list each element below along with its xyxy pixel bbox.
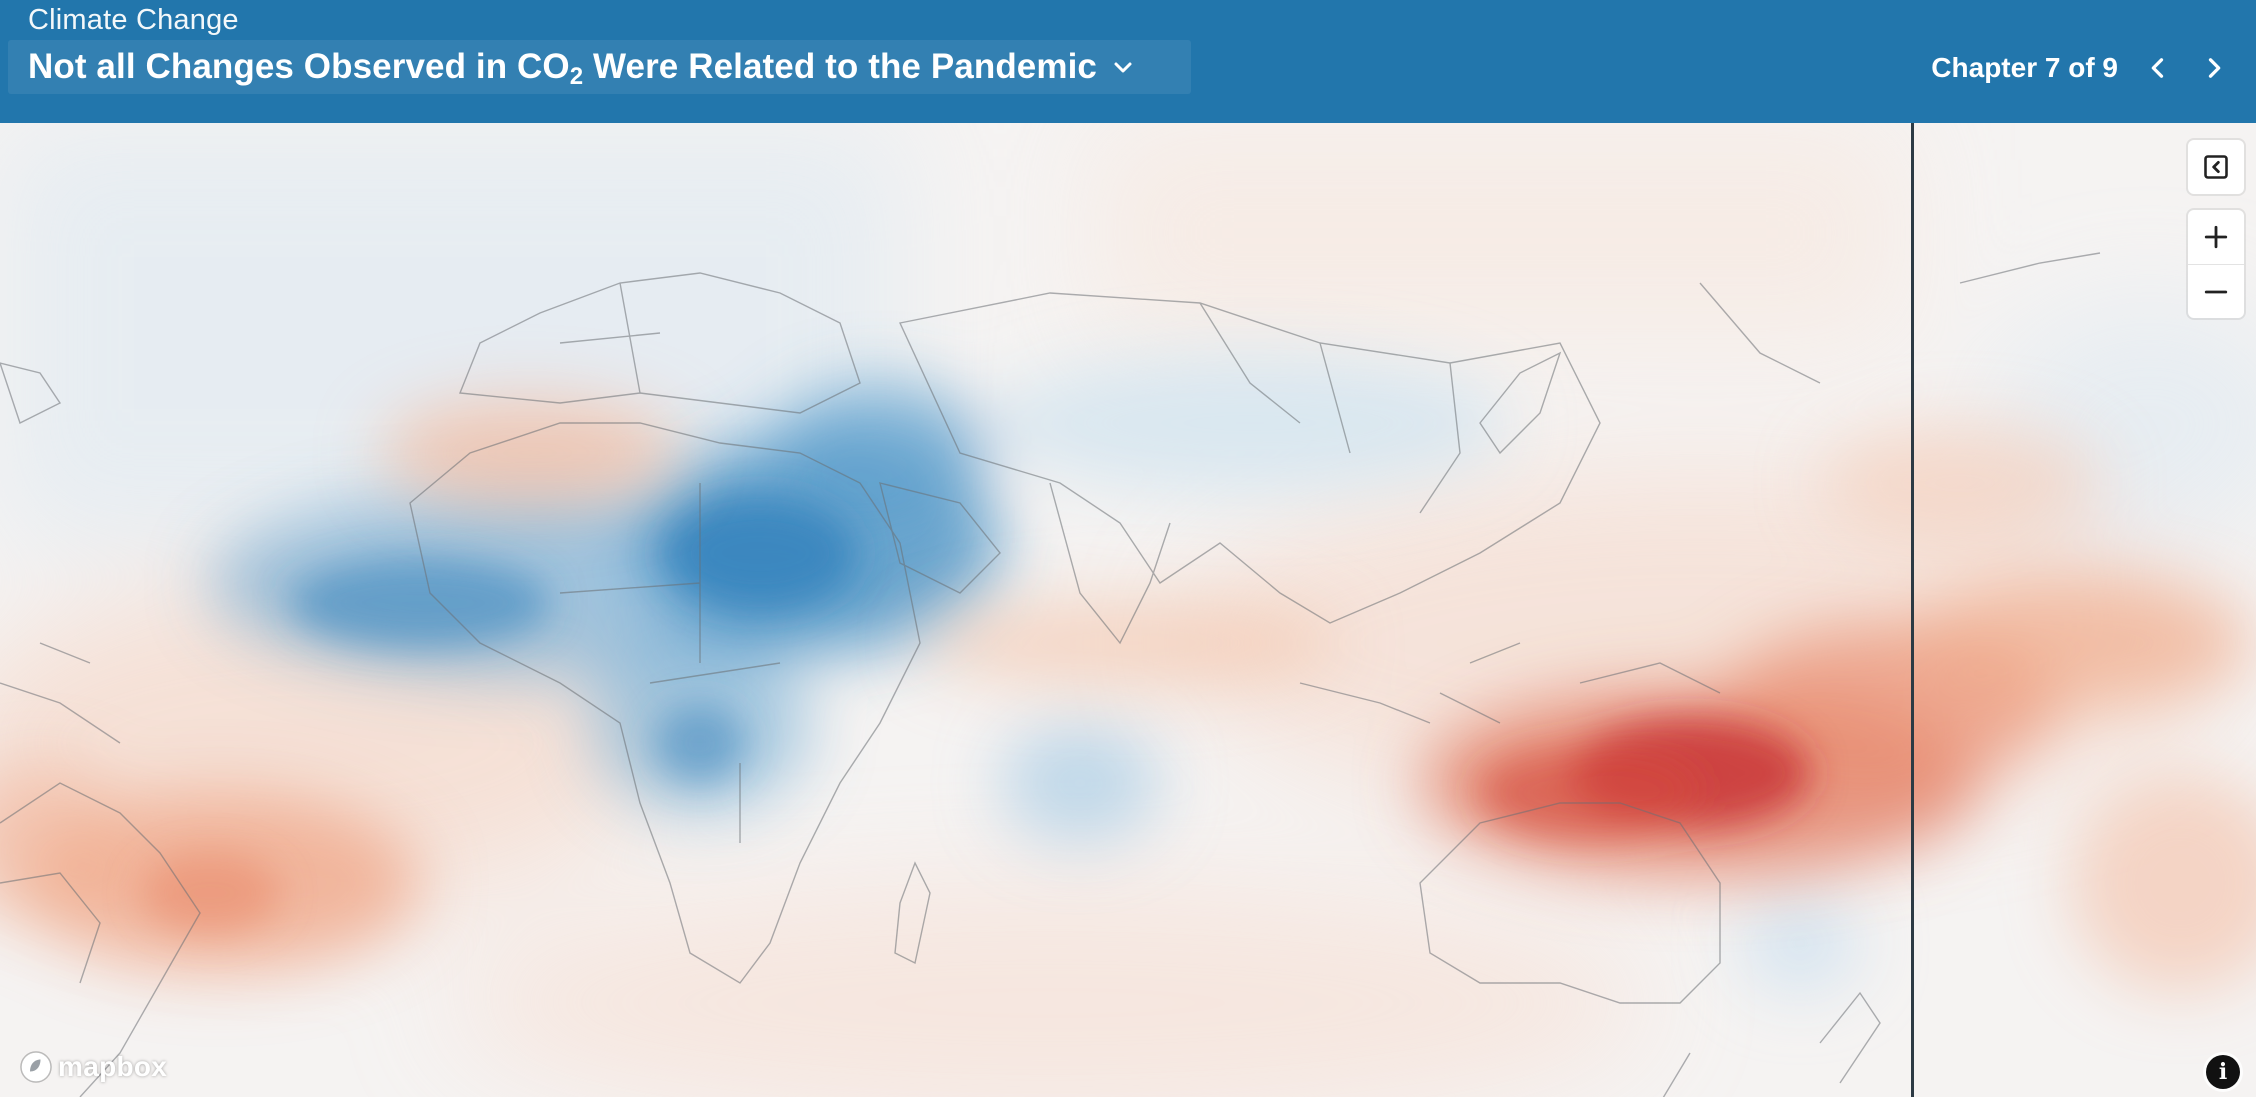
chapter-counter: Chapter 7 of 9 <box>1931 52 2118 83</box>
chapter-title: Not all Changes Observed in CO2 Were Rel… <box>28 47 1097 90</box>
panel-toggle-button[interactable] <box>2188 140 2244 194</box>
minus-icon <box>2204 290 2228 294</box>
collapse-panel-icon <box>2204 155 2228 179</box>
zoom-in-button[interactable] <box>2188 210 2244 264</box>
chapter-title-suffix: Were Related to the Pandemic <box>583 47 1097 86</box>
chapter-title-subscript: 2 <box>569 63 584 90</box>
zoom-out-button[interactable] <box>2188 264 2244 319</box>
story-title: Climate Change <box>28 4 239 36</box>
chevron-left-icon <box>2151 58 2164 78</box>
zoom-control <box>2188 210 2244 318</box>
chevron-down-icon <box>1111 55 1135 79</box>
attribution-info-button[interactable]: i <box>2206 1055 2240 1089</box>
co2-anomaly-layer <box>0 123 2256 1097</box>
chevron-right-icon <box>2208 58 2221 78</box>
app-root: Climate Change Not all Changes Observed … <box>0 0 2256 1097</box>
info-icon: i <box>2218 1059 2228 1085</box>
compare-slider-divider[interactable] <box>1911 123 1914 1097</box>
mapbox-logo-icon <box>20 1051 52 1083</box>
previous-chapter-button[interactable] <box>2138 48 2178 88</box>
plus-icon <box>2204 225 2228 249</box>
next-chapter-button[interactable] <box>2194 48 2234 88</box>
panel-toggle-control <box>2188 140 2244 194</box>
chapter-selector[interactable]: Not all Changes Observed in CO2 Were Rel… <box>8 40 1191 94</box>
chapter-title-prefix: Not all Changes Observed in CO <box>28 47 570 86</box>
story-header: Climate Change Not all Changes Observed … <box>0 0 2256 123</box>
mapbox-logo-text: mapbox <box>58 1051 168 1082</box>
map-canvas[interactable]: mapbox i <box>0 123 2256 1097</box>
mapbox-logo[interactable]: mapbox <box>18 1047 167 1087</box>
